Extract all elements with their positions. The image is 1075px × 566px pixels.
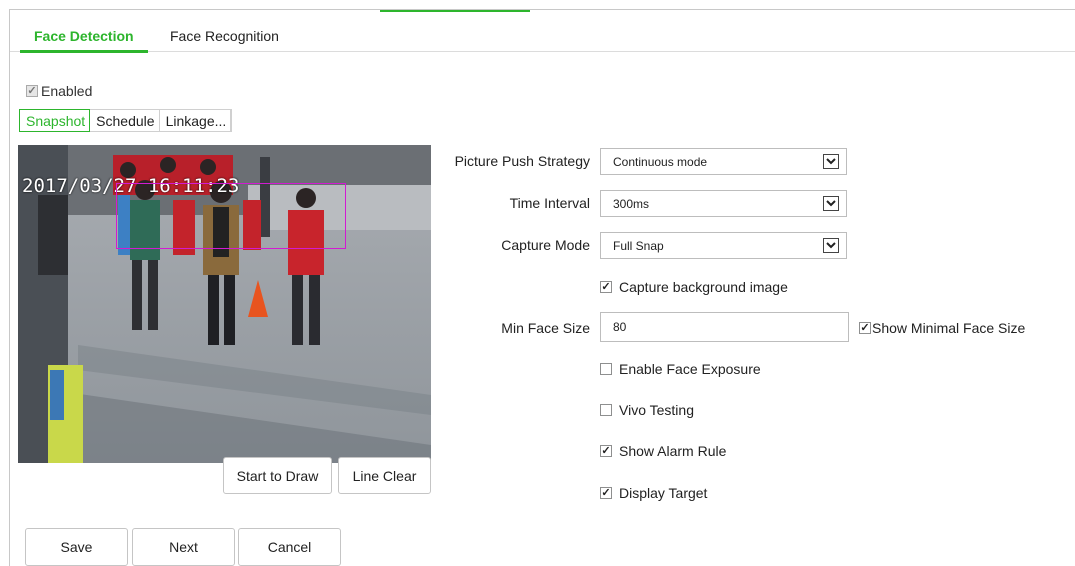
min-face-size-input[interactable] (600, 312, 849, 342)
main-tab-bar: Face Detection Face Recognition (10, 10, 1075, 53)
detection-area-rectangle[interactable] (116, 183, 346, 249)
picture-push-strategy-select[interactable]: Continuous mode (600, 148, 847, 175)
enabled-row: Enabled (26, 83, 92, 99)
enable-face-exposure-checkbox[interactable] (600, 363, 612, 375)
settings-panel: Face Detection Face Recognition Enabled … (9, 9, 1075, 566)
vivo-testing-label: Vivo Testing (619, 402, 694, 418)
display-target-label: Display Target (619, 485, 708, 501)
show-minimal-face-label: Show Minimal Face Size (872, 320, 1026, 336)
capture-mode-value: Full Snap (613, 239, 664, 253)
picture-push-strategy-label: Picture Push Strategy (454, 153, 590, 169)
show-alarm-rule-checkbox[interactable] (600, 445, 612, 457)
start-to-draw-button[interactable]: Start to Draw (223, 457, 332, 494)
show-minimal-face-checkbox[interactable] (859, 322, 871, 334)
sub-tab-bar: Snapshot Schedule Linkage... (19, 109, 233, 132)
show-minimal-face-row: Show Minimal Face Size (859, 320, 1025, 336)
display-target-row: Display Target (600, 485, 707, 501)
chevron-down-icon (823, 238, 839, 253)
subtab-linkage-label: Linkage... (165, 112, 227, 129)
subtab-linkage[interactable]: Linkage... (160, 110, 232, 131)
picture-push-strategy-value: Continuous mode (613, 155, 708, 169)
cancel-button[interactable]: Cancel (238, 528, 341, 566)
subtab-snapshot-label: Snapshot (26, 112, 86, 129)
save-button[interactable]: Save (25, 528, 128, 566)
enable-face-exposure-row: Enable Face Exposure (600, 361, 761, 377)
subtab-snapshot[interactable]: Snapshot (19, 109, 91, 132)
display-target-checkbox[interactable] (600, 487, 612, 499)
vivo-testing-checkbox[interactable] (600, 404, 612, 416)
next-button[interactable]: Next (132, 528, 235, 566)
show-alarm-rule-row: Show Alarm Rule (600, 443, 726, 459)
time-interval-label: Time Interval (509, 195, 590, 211)
enabled-checkbox[interactable] (26, 85, 38, 97)
vivo-testing-row: Vivo Testing (600, 402, 694, 418)
line-clear-button[interactable]: Line Clear (338, 457, 431, 494)
show-alarm-rule-label: Show Alarm Rule (619, 443, 727, 459)
capture-background-checkbox[interactable] (600, 281, 612, 293)
capture-mode-label: Capture Mode (501, 237, 590, 253)
time-interval-select[interactable]: 300ms (600, 190, 847, 217)
capture-mode-select[interactable]: Full Snap (600, 232, 847, 259)
capture-background-label: Capture background image (619, 279, 788, 295)
enable-face-exposure-label: Enable Face Exposure (619, 361, 761, 377)
enabled-label: Enabled (41, 83, 93, 99)
time-interval-value: 300ms (613, 197, 650, 211)
min-face-size-label: Min Face Size (501, 320, 590, 336)
chevron-down-icon (823, 154, 839, 169)
subtab-schedule[interactable]: Schedule (90, 110, 160, 131)
subtab-schedule-label: Schedule (96, 112, 155, 129)
video-preview[interactable]: 2017/03/27 16:11:23 (18, 145, 431, 463)
tab-face-detection[interactable]: Face Detection (20, 28, 148, 53)
capture-background-row: Capture background image (600, 279, 788, 295)
chevron-down-icon (823, 196, 839, 211)
tab-face-recognition[interactable]: Face Recognition (170, 28, 279, 44)
